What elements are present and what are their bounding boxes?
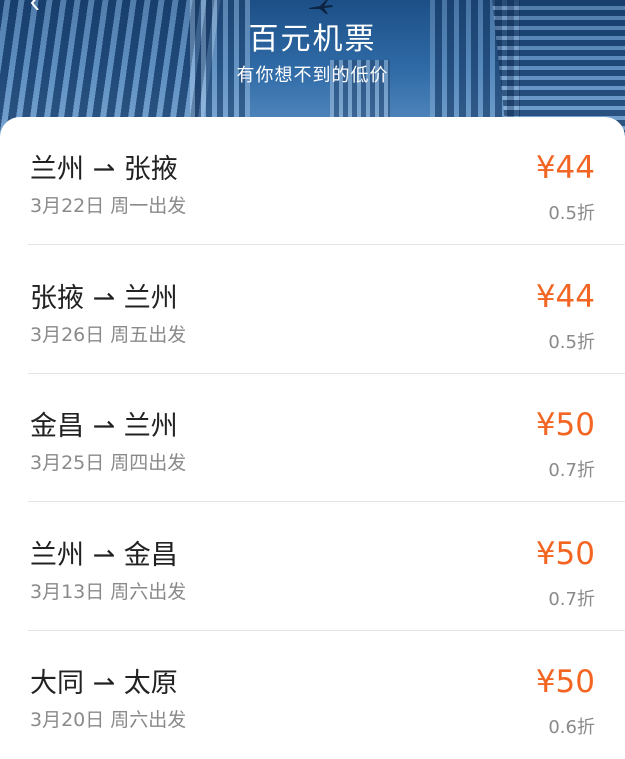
flight-discount: 0.5折: [548, 203, 595, 224]
page-title: 百元机票: [248, 22, 377, 57]
flight-item[interactable]: 金昌 ⇀ 兰州 3月25日 周四出发 ¥50 0.7折: [0, 374, 625, 502]
flight-discount: 0.7折: [548, 589, 595, 610]
divider: [28, 244, 625, 245]
flight-date: 3月22日 周一出发: [30, 195, 187, 217]
flight-item[interactable]: 兰州 ⇀ 金昌 3月13日 周六出发 ¥50 0.7折: [0, 503, 625, 631]
flight-price: ¥44: [535, 150, 595, 186]
flight-item[interactable]: 大同 ⇀ 太原 3月20日 周六出发 ¥50 0.6折: [0, 631, 625, 759]
flight-date: 3月13日 周六出发: [30, 581, 187, 603]
flight-price: ¥44: [535, 279, 595, 315]
flight-price: ¥50: [535, 536, 595, 572]
flight-date: 3月25日 周四出发: [30, 452, 187, 474]
flight-discount: 0.5折: [548, 332, 595, 353]
flight-price: ¥50: [535, 407, 595, 443]
flight-price: ¥50: [535, 664, 595, 700]
airplane-icon: [309, 0, 333, 14]
back-arrow-icon[interactable]: [28, 0, 42, 10]
page-subtitle: 有你想不到的低价: [236, 65, 389, 86]
flight-route: 张掖 ⇀ 兰州: [30, 283, 178, 314]
flight-route: 大同 ⇀ 太原: [30, 668, 178, 699]
flight-item[interactable]: 兰州 ⇀ 张掖 3月22日 周一出发 ¥44 0.5折: [0, 117, 625, 245]
flight-item[interactable]: 张掖 ⇀ 兰州 3月26日 周五出发 ¥44 0.5折: [0, 246, 625, 374]
flight-route: 兰州 ⇀ 张掖: [30, 154, 178, 185]
flight-date: 3月20日 周六出发: [30, 709, 187, 731]
flight-discount: 0.6折: [548, 717, 595, 738]
flight-discount: 0.7折: [548, 460, 595, 481]
flight-list: 兰州 ⇀ 张掖 3月22日 周一出发 ¥44 0.5折 张掖 ⇀ 兰州 3月26…: [0, 117, 625, 757]
flight-route: 兰州 ⇀ 金昌: [30, 540, 178, 571]
flight-date: 3月26日 周五出发: [30, 324, 187, 346]
flight-route: 金昌 ⇀ 兰州: [30, 411, 178, 442]
divider: [28, 501, 625, 502]
